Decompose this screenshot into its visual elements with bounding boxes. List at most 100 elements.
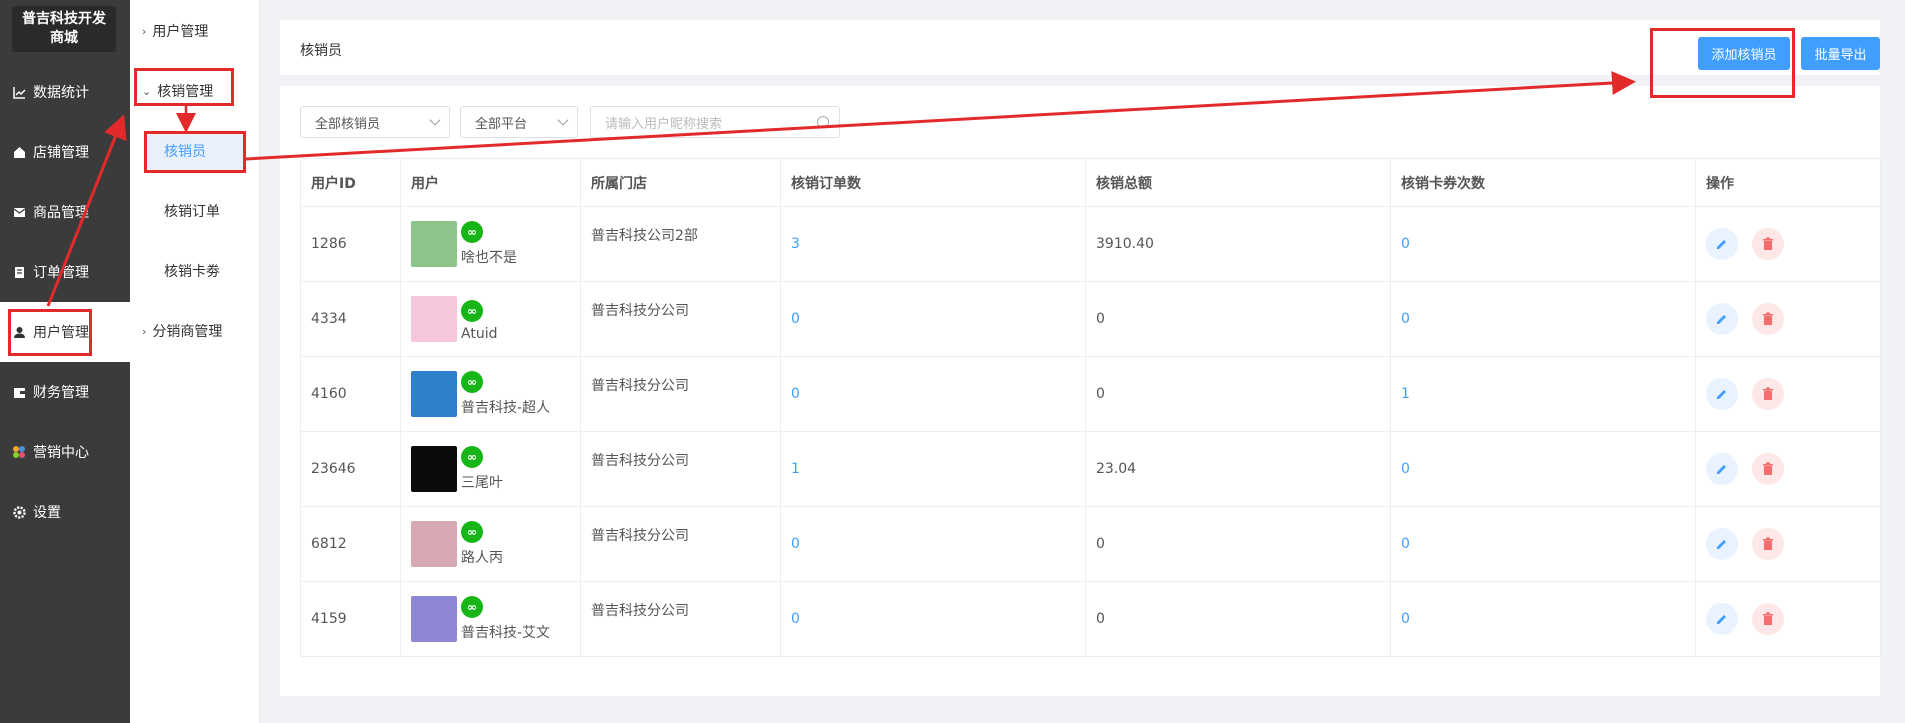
orders-count-cell[interactable]: 0 [780, 281, 1086, 357]
orders-count-cell[interactable]: 0 [780, 506, 1086, 582]
orders-count-link[interactable]: 3 [791, 236, 800, 252]
coupon-count-cell[interactable]: 1 [1390, 356, 1696, 432]
sidebar-item-store[interactable]: 店铺管理 [0, 122, 130, 182]
table-row: 4334 ∞ Atuid 普吉科技分公司 0 0 0 [300, 281, 1881, 357]
pencil-icon [1717, 315, 1726, 324]
coupon-count-link[interactable]: 1 [1401, 386, 1410, 402]
wallet-icon [12, 385, 26, 399]
batch-export-button[interactable]: 批量导出 [1801, 37, 1880, 70]
mini-program-icon: ∞ [461, 221, 483, 243]
delete-button[interactable] [1752, 303, 1784, 335]
delete-button[interactable] [1752, 528, 1784, 560]
delete-button[interactable] [1752, 228, 1784, 260]
column-header: 操作 [1695, 158, 1881, 207]
sidebar-item-label: 财务管理 [33, 385, 89, 401]
delete-button[interactable] [1752, 378, 1784, 410]
submenu-panel: › 用户管理 ⌄ 核销管理 核销员 核销订单 核销卡劵 › 分销商管理 [130, 0, 260, 723]
main-sidebar: 普吉科技开发商城 数据统计 店铺管理 商品管理 订单管理 用户管理 财务管理 营… [0, 0, 130, 723]
submenu-group-users[interactable]: › 用户管理 [142, 21, 208, 41]
coupon-count-link[interactable]: 0 [1401, 311, 1410, 327]
pencil-icon [1717, 390, 1726, 399]
operations-cell [1695, 356, 1881, 432]
operations-cell [1695, 431, 1881, 507]
search-icon [817, 116, 829, 128]
mini-program-icon: ∞ [461, 521, 483, 543]
pencil-icon [1717, 465, 1726, 474]
orders-count-link[interactable]: 0 [791, 611, 800, 627]
user-cell: ∞ 三尾叶 [400, 431, 581, 507]
column-header: 核销订单数 [780, 158, 1086, 207]
page-title: 核销员 [300, 43, 342, 59]
coupon-count-cell[interactable]: 0 [1390, 281, 1696, 357]
coupon-count-cell[interactable]: 0 [1390, 506, 1696, 582]
orders-count-cell[interactable]: 3 [780, 206, 1086, 282]
chevron-down-icon [557, 114, 569, 126]
nickname-search-input[interactable]: 请输入用户昵称搜索 [590, 106, 840, 138]
column-header: 所属门店 [580, 158, 781, 207]
coupon-count-link[interactable]: 0 [1401, 611, 1410, 627]
user-id-cell: 4334 [300, 281, 401, 357]
orders-count-link[interactable]: 0 [791, 311, 800, 327]
sidebar-item-orders[interactable]: 订单管理 [0, 242, 130, 302]
platform-filter-select[interactable]: 全部平台 [460, 106, 578, 138]
annotation-box-add-button [1650, 28, 1795, 98]
column-header: 用户 [400, 158, 581, 207]
edit-button[interactable] [1706, 453, 1738, 485]
orders-count-link[interactable]: 0 [791, 386, 800, 402]
avatar [411, 371, 457, 417]
user-cell: ∞ 路人丙 [400, 506, 581, 582]
avatar [411, 596, 457, 642]
operations-cell [1695, 581, 1881, 657]
mail-icon [12, 205, 26, 219]
sidebar-item-label: 店铺管理 [33, 145, 89, 161]
sidebar-item-statistics[interactable]: 数据统计 [0, 62, 130, 122]
mini-program-icon: ∞ [461, 446, 483, 468]
column-header: 用户ID [300, 158, 401, 207]
trash-icon [1763, 312, 1773, 325]
orders-count-cell[interactable]: 1 [780, 431, 1086, 507]
chart-line-icon [12, 85, 26, 99]
sidebar-item-goods[interactable]: 商品管理 [0, 182, 130, 242]
coupon-count-cell[interactable]: 0 [1390, 581, 1696, 657]
user-nickname: 普吉科技-超人 [461, 400, 551, 416]
total-amount-cell: 0 [1085, 581, 1391, 657]
delete-button[interactable] [1752, 453, 1784, 485]
column-header: 核销总额 [1085, 158, 1391, 207]
table-row: 4159 ∞ 普吉科技-艾文 普吉科技分公司 0 0 0 [300, 581, 1881, 657]
orders-count-link[interactable]: 1 [791, 461, 800, 477]
edit-button[interactable] [1706, 603, 1738, 635]
sidebar-item-settings[interactable]: 设置 [0, 482, 130, 542]
coupon-count-cell[interactable]: 0 [1390, 431, 1696, 507]
edit-button[interactable] [1706, 378, 1738, 410]
edit-button[interactable] [1706, 528, 1738, 560]
coupon-count-cell[interactable]: 0 [1390, 206, 1696, 282]
submenu-item-verify-coupons[interactable]: 核销卡劵 [146, 252, 244, 290]
shop-cell: 普吉科技分公司 [580, 356, 781, 432]
sidebar-item-finance[interactable]: 财务管理 [0, 362, 130, 422]
orders-count-cell[interactable]: 0 [780, 581, 1086, 657]
avatar [411, 521, 457, 567]
submenu-group-distributor[interactable]: › 分销商管理 [142, 321, 222, 341]
user-id-cell: 4159 [300, 581, 401, 657]
coupon-count-link[interactable]: 0 [1401, 461, 1410, 477]
submenu-item-verify-orders[interactable]: 核销订单 [146, 192, 244, 230]
orders-count-link[interactable]: 0 [791, 536, 800, 552]
edit-button[interactable] [1706, 303, 1738, 335]
delete-button[interactable] [1752, 603, 1784, 635]
sidebar-item-marketing[interactable]: 营销中心 [0, 422, 130, 482]
annotation-box-user-menu [8, 309, 92, 356]
trash-icon [1763, 462, 1773, 475]
order-icon [12, 265, 26, 279]
verifier-filter-select[interactable]: 全部核销员 [300, 106, 450, 138]
user-id-cell: 1286 [300, 206, 401, 282]
coupon-count-link[interactable]: 0 [1401, 236, 1410, 252]
chevron-right-icon: › [142, 24, 147, 38]
edit-button[interactable] [1706, 228, 1738, 260]
user-id-cell: 4160 [300, 356, 401, 432]
trash-icon [1763, 237, 1773, 250]
coupon-count-link[interactable]: 0 [1401, 536, 1410, 552]
avatar [411, 296, 457, 342]
user-nickname: Atuid [461, 326, 498, 342]
orders-count-cell[interactable]: 0 [780, 356, 1086, 432]
user-cell: ∞ 普吉科技-超人 [400, 356, 581, 432]
